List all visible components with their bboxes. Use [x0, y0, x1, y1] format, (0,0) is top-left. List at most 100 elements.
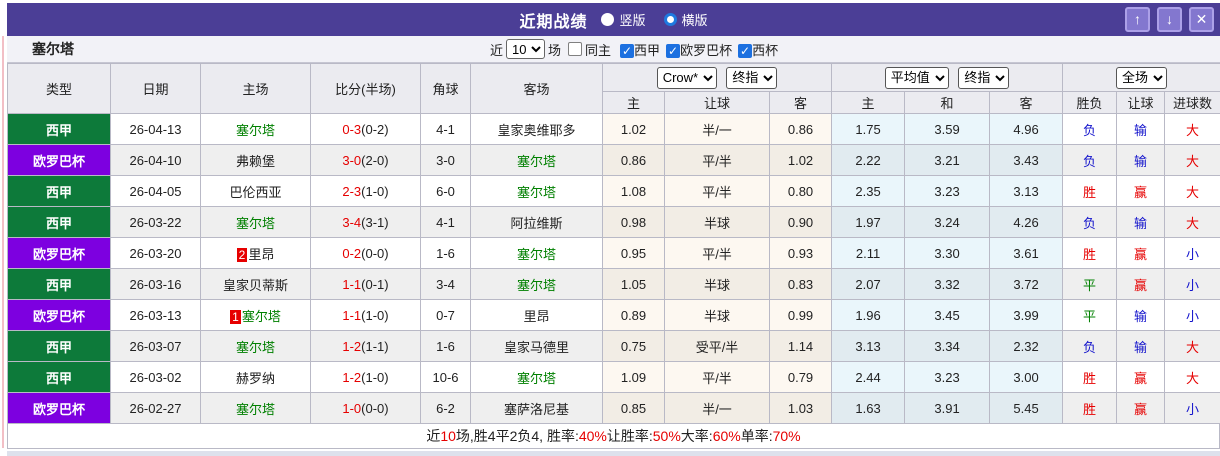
team-name: 塞尔塔	[32, 41, 74, 57]
games-label: 场	[548, 42, 562, 58]
team-label: 皇家马德里	[503, 339, 569, 355]
avg-home-cell: 1.97	[831, 206, 906, 238]
col-header-away: 客场	[470, 63, 603, 114]
home-team-cell: 巴伦西亚	[200, 175, 311, 207]
league-checkbox[interactable]: ✓	[666, 44, 681, 59]
radio-vertical-layout[interactable]: 竖版	[601, 10, 646, 29]
halftime-score: (1-0)	[361, 307, 389, 323]
team-label: 塞尔塔	[235, 339, 275, 355]
goals-result-cell: 大	[1164, 361, 1220, 393]
match-count-select[interactable]: 10	[506, 39, 546, 59]
avg-home-cell: 2.44	[831, 361, 906, 393]
league-badge: 欧罗巴杯	[7, 237, 111, 269]
handicap-result-cell: 赢	[1116, 175, 1166, 207]
corners-cell: 10-6	[420, 361, 471, 393]
fulltime-select[interactable]: 全场	[1116, 66, 1168, 89]
radio-horizontal-layout[interactable]: 横版	[663, 10, 708, 29]
goals-result-cell: 大	[1164, 113, 1220, 145]
odds-away-cell: 0.99	[768, 299, 833, 331]
fulltime-score: 1-1	[342, 307, 362, 323]
home-team-cell: 塞尔塔	[200, 206, 311, 238]
table-row: 西甲 26-03-07 塞尔塔 1-2(1-1) 1-6 皇家马德里 0.75 受平/半 1.1…	[7, 330, 1220, 362]
move-up-button[interactable]: ↑	[1125, 7, 1150, 32]
same-home-checkbox[interactable]	[568, 42, 583, 56]
avg-draw-cell: 3.45	[904, 299, 991, 331]
avg-away-cell: 3.43	[989, 144, 1064, 176]
away-team-cell: 塞尔塔	[470, 361, 603, 393]
bookmaker-stage-select[interactable]: 终指	[726, 66, 778, 89]
corners-cell: 4-1	[420, 206, 471, 238]
fulltime-score: 3-4	[342, 214, 362, 230]
league-checkbox[interactable]: ✓	[738, 44, 753, 59]
league-checkbox-label: 西甲	[634, 42, 661, 58]
average-stage-select[interactable]: 终指	[958, 66, 1010, 89]
away-team-cell: 塞尔塔	[470, 144, 603, 176]
odds-home-cell: 0.86	[602, 144, 665, 176]
league-checkbox-label: 西杯	[752, 42, 779, 58]
radio-unselected-icon[interactable]	[601, 13, 615, 26]
radio-selected-icon[interactable]	[663, 13, 677, 26]
team-label: 塞尔塔	[241, 308, 281, 324]
date-cell: 26-03-02	[110, 361, 201, 393]
goals-result-cell: 大	[1164, 175, 1220, 207]
handicap-result-cell: 赢	[1116, 392, 1166, 424]
handicap-result-cell: 输	[1116, 206, 1166, 238]
home-team-cell: 塞尔塔	[200, 113, 311, 145]
league-checkbox[interactable]: ✓	[620, 44, 635, 59]
team-label: 赫罗纳	[235, 370, 275, 386]
close-button[interactable]: ✕	[1189, 7, 1214, 32]
odds-handicap-cell: 受平/半	[664, 330, 770, 362]
odds-handicap-cell: 半球	[664, 206, 770, 238]
col-header-corners: 角球	[420, 63, 471, 114]
table-row: 西甲 26-03-02 赫罗纳 1-2(1-0) 10-6 塞尔塔 1.09 平/半 0.79 2…	[7, 361, 1220, 393]
odds-away-cell: 0.93	[768, 237, 833, 269]
handicap-result-cell: 输	[1116, 144, 1166, 176]
league-badge: 欧罗巴杯	[7, 144, 111, 176]
titlebar: 近期战绩 竖版 横版 ↑ ↓ ✕	[7, 3, 1220, 36]
goals-result-cell: 小	[1164, 392, 1220, 424]
halftime-score: (3-1)	[361, 214, 389, 230]
corners-cell: 6-2	[420, 392, 471, 424]
fulltime-score: 1-0	[342, 400, 362, 416]
away-team-cell: 塞尔塔	[470, 268, 603, 300]
result-cell: 负	[1062, 113, 1118, 145]
average-select[interactable]: 平均值	[884, 66, 949, 89]
move-down-button[interactable]: ↓	[1157, 7, 1182, 32]
away-team-cell: 里昂	[470, 299, 603, 331]
league-checkbox-group: ✓ 西甲 ✓ 欧罗巴杯 ✓ 西杯	[614, 40, 778, 59]
league-badge: 西甲	[7, 361, 111, 393]
odds-away-cell: 0.86	[768, 113, 833, 145]
results-body: 西甲 26-04-13 塞尔塔 0-3(0-2) 4-1 皇家奥维耶多 1.02 半/一 0.8…	[7, 113, 1220, 424]
fulltime-score: 2-3	[342, 183, 362, 199]
date-cell: 26-04-10	[110, 144, 201, 176]
fulltime-score: 0-2	[342, 245, 362, 261]
league-badge: 西甲	[7, 330, 111, 362]
odds-home-cell: 0.98	[602, 206, 665, 238]
odds-away-cell: 0.80	[768, 175, 833, 207]
league-checkbox-label: 欧罗巴杯	[680, 42, 733, 58]
subcol-handicap: 让球	[664, 91, 770, 114]
away-team-cell: 阿拉维斯	[470, 206, 603, 238]
team-label: 塞尔塔	[516, 277, 556, 293]
bottom-scroll-strip[interactable]	[7, 451, 1220, 456]
result-cell: 胜	[1062, 175, 1118, 207]
table-row: 西甲 26-04-05 巴伦西亚 2-3(1-0) 6-0 塞尔塔 1.08 平/半 0.80 2…	[7, 175, 1220, 207]
result-cell: 平	[1062, 299, 1118, 331]
result-cell: 胜	[1062, 392, 1118, 424]
col-header-type: 类型	[7, 63, 111, 114]
avg-draw-cell: 3.59	[904, 113, 991, 145]
bookmaker-select-group: Crow* 终指	[601, 63, 833, 92]
result-cell: 胜	[1062, 237, 1118, 269]
result-cell: 胜	[1062, 361, 1118, 393]
average-select-group: 平均值 终指	[831, 63, 1064, 92]
summary-segment: 大率:	[680, 428, 713, 444]
radio-horizontal-label: 横版	[681, 13, 708, 28]
result-cell: 负	[1062, 144, 1118, 176]
odds-handicap-cell: 平/半	[664, 175, 770, 207]
odds-home-cell: 0.75	[602, 330, 665, 362]
window-buttons: ↑ ↓ ✕	[1125, 7, 1214, 32]
fulltime-score: 1-2	[342, 369, 362, 385]
date-cell: 26-04-13	[110, 113, 201, 145]
bookmaker-select[interactable]: Crow*	[656, 66, 717, 89]
odds-away-cell: 0.90	[768, 206, 833, 238]
